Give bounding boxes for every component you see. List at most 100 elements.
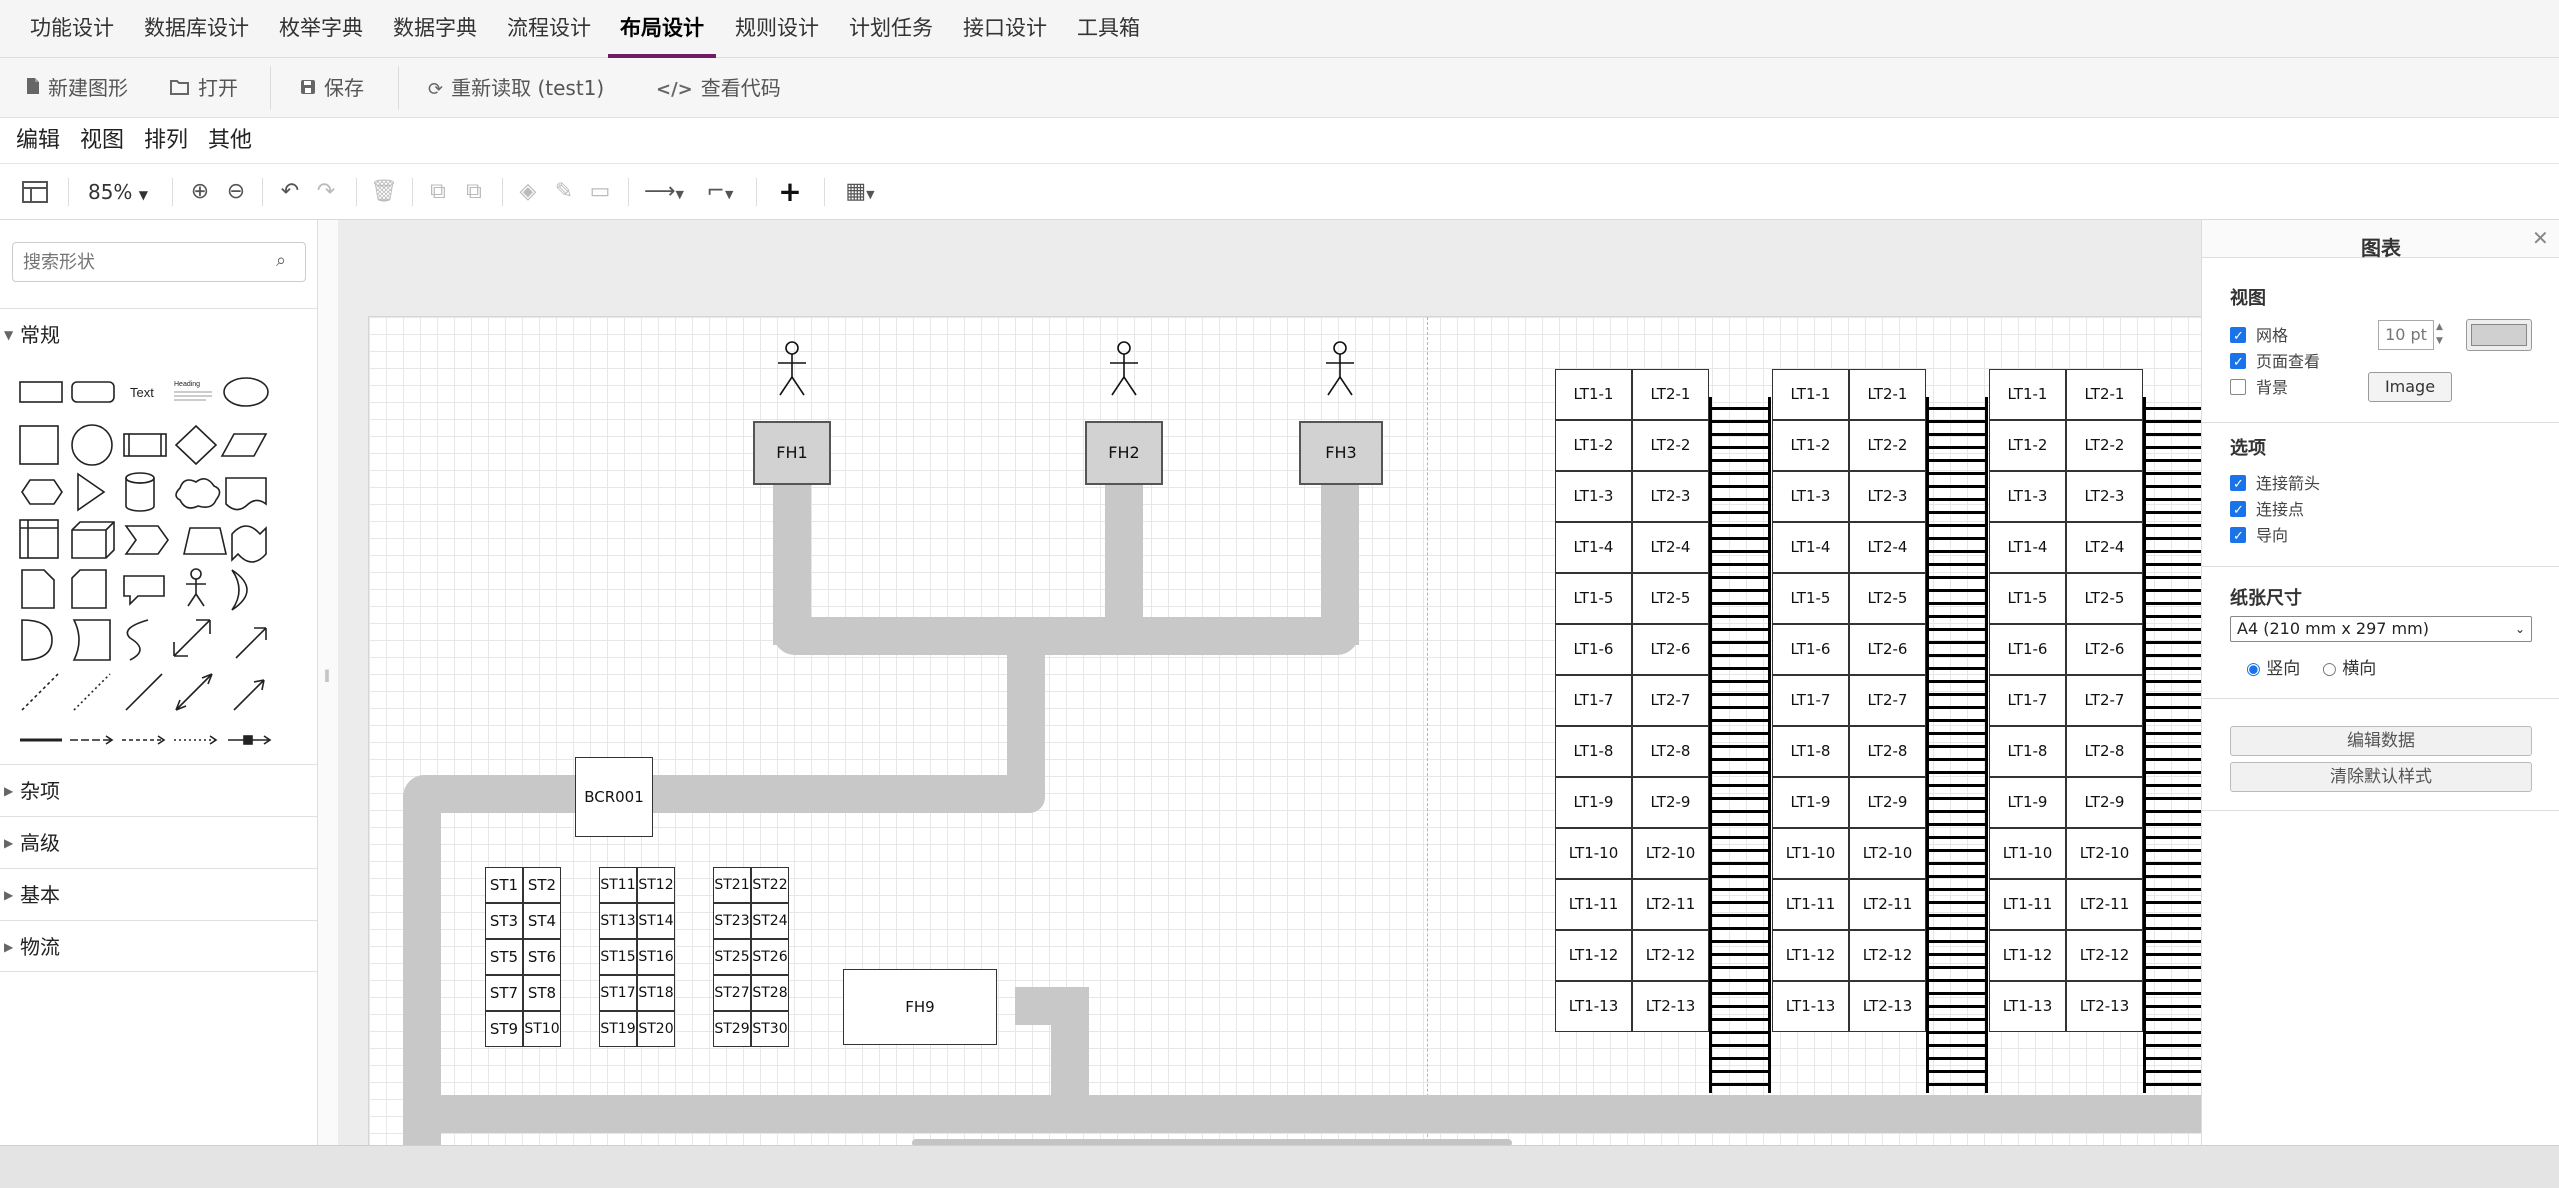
rack-cell-lt2-9[interactable]: LT2-9 — [2066, 777, 2143, 828]
storage-slot-st23[interactable]: ST23 — [713, 903, 751, 939]
rack-rail-ladder[interactable] — [1926, 397, 1988, 1093]
rack-cell-lt2-8[interactable]: LT2-8 — [2066, 726, 2143, 777]
redo-button[interactable]: ↷ — [308, 164, 344, 220]
menu-other[interactable]: 其他 — [208, 118, 252, 164]
grid-size-input[interactable]: 10 pt — [2378, 320, 2434, 350]
storage-slot-st3[interactable]: ST3 — [485, 903, 523, 939]
rack-cell-lt1-6[interactable]: LT1-6 — [1555, 624, 1632, 675]
tab-rule-design[interactable]: 规则设计 — [735, 0, 819, 58]
storage-slot-st27[interactable]: ST27 — [713, 975, 751, 1011]
storage-slot-st16[interactable]: ST16 — [637, 939, 675, 975]
operator-figure[interactable] — [1105, 341, 1143, 397]
storage-slot-st25[interactable]: ST25 — [713, 939, 751, 975]
rack-cell-lt1-11[interactable]: LT1-11 — [1989, 879, 2066, 930]
storage-slot-st28[interactable]: ST28 — [751, 975, 789, 1011]
rack-cell-lt2-13[interactable]: LT2-13 — [2066, 981, 2143, 1032]
rack-cell-lt2-2[interactable]: LT2-2 — [1632, 420, 1709, 471]
operator-figure[interactable] — [773, 341, 811, 397]
rack-cell-lt1-9[interactable]: LT1-9 — [1989, 777, 2066, 828]
diagram-canvas[interactable]: FH1 FH2 FH3 BCR001 FH9 ST1 ST2 ST3 ST4 ST5 ST… — [338, 220, 2201, 1145]
insert-button[interactable]: + — [764, 164, 816, 220]
tab-scheduled-tasks[interactable]: 计划任务 — [849, 0, 933, 58]
rack-cell-lt1-9[interactable]: LT1-9 — [1772, 777, 1849, 828]
rack-cell-lt1-11[interactable]: LT1-11 — [1772, 879, 1849, 930]
storage-slot-st2[interactable]: ST2 — [523, 867, 561, 903]
view-code-button[interactable]: </> 查看代码 — [656, 58, 781, 118]
storage-slot-st17[interactable]: ST17 — [599, 975, 637, 1011]
connection-arrows-checkbox[interactable]: 连接箭头 — [2230, 472, 2320, 497]
storage-slot-st4[interactable]: ST4 — [523, 903, 561, 939]
rack-cell-lt1-5[interactable]: LT1-5 — [1555, 573, 1632, 624]
rack-cell-lt1-5[interactable]: LT1-5 — [1989, 573, 2066, 624]
rack-cell-lt2-8[interactable]: LT2-8 — [1632, 726, 1709, 777]
operator-figure[interactable] — [1321, 341, 1359, 397]
rack-cell-lt2-10[interactable]: LT2-10 — [2066, 828, 2143, 879]
rack-cell-lt2-6[interactable]: LT2-6 — [2066, 624, 2143, 675]
rack-cell-lt1-10[interactable]: LT1-10 — [1772, 828, 1849, 879]
tab-data-dictionary[interactable]: 数据字典 — [393, 0, 477, 58]
station-fh9[interactable]: FH9 — [843, 969, 997, 1045]
rack-cell-lt1-13[interactable]: LT1-13 — [1772, 981, 1849, 1032]
close-icon[interactable]: ✕ — [2532, 226, 2549, 250]
rack-rail-ladder[interactable] — [1709, 397, 1771, 1093]
rack-cell-lt2-11[interactable]: LT2-11 — [1849, 879, 1926, 930]
rack-cell-lt1-7[interactable]: LT1-7 — [1989, 675, 2066, 726]
edit-data-button[interactable]: 编辑数据 — [2230, 726, 2532, 756]
save-button[interactable]: 保存 — [300, 58, 364, 118]
storage-slot-st30[interactable]: ST30 — [751, 1011, 789, 1047]
rack-cell-lt1-1[interactable]: LT1-1 — [1989, 369, 2066, 420]
section-advanced[interactable]: ▶ 高级 — [0, 816, 318, 868]
rack-cell-lt2-7[interactable]: LT2-7 — [1632, 675, 1709, 726]
storage-slot-st6[interactable]: ST6 — [523, 939, 561, 975]
guides-checkbox[interactable]: 导向 — [2230, 524, 2288, 549]
conveyor-segment[interactable] — [403, 1095, 2201, 1133]
barcode-reader-bcr001[interactable]: BCR001 — [575, 757, 653, 837]
rack-cell-lt2-4[interactable]: LT2-4 — [1632, 522, 1709, 573]
tab-layout-design[interactable]: 布局设计 — [608, 0, 716, 58]
section-misc[interactable]: ▶ 杂项 — [0, 764, 318, 816]
table-button[interactable]: ▦▼ — [834, 164, 886, 220]
background-checkbox[interactable]: 背景 — [2230, 376, 2288, 400]
rack-cell-lt1-12[interactable]: LT1-12 — [1989, 930, 2066, 981]
rack-cell-lt1-9[interactable]: LT1-9 — [1555, 777, 1632, 828]
rack-cell-lt2-1[interactable]: LT2-1 — [1849, 369, 1926, 420]
rack-cell-lt1-3[interactable]: LT1-3 — [1989, 471, 2066, 522]
storage-slot-st13[interactable]: ST13 — [599, 903, 637, 939]
sidebar-splitter[interactable]: ‖ — [318, 220, 338, 1145]
rack-cell-lt2-4[interactable]: LT2-4 — [2066, 522, 2143, 573]
rack-cell-lt1-13[interactable]: LT1-13 — [1555, 981, 1632, 1032]
rack-cell-lt2-3[interactable]: LT2-3 — [1849, 471, 1926, 522]
storage-slot-st19[interactable]: ST19 — [599, 1011, 637, 1047]
tab-toolbox[interactable]: 工具箱 — [1077, 0, 1140, 58]
connection-style-button[interactable]: ⟶▼ — [638, 164, 690, 220]
rack-cell-lt1-4[interactable]: LT1-4 — [1989, 522, 2066, 573]
storage-slot-st26[interactable]: ST26 — [751, 939, 789, 975]
rack-cell-lt2-4[interactable]: LT2-4 — [1849, 522, 1926, 573]
menu-view[interactable]: 视图 — [80, 118, 124, 164]
clear-default-style-button[interactable]: 清除默认样式 — [2230, 762, 2532, 792]
storage-slot-st15[interactable]: ST15 — [599, 939, 637, 975]
station-fh2[interactable]: FH2 — [1085, 421, 1163, 485]
rack-cell-lt2-6[interactable]: LT2-6 — [1632, 624, 1709, 675]
section-general[interactable]: ▼ 常规 — [0, 308, 318, 360]
rack-cell-lt1-13[interactable]: LT1-13 — [1989, 981, 2066, 1032]
rack-cell-lt2-5[interactable]: LT2-5 — [1849, 573, 1926, 624]
zoom-select[interactable]: 85% ▼ — [80, 164, 156, 220]
to-back-button[interactable]: ⧉ — [456, 164, 492, 220]
rack-cell-lt1-2[interactable]: LT1-2 — [1989, 420, 2066, 471]
grid-color-button[interactable] — [2466, 319, 2532, 351]
storage-slot-st7[interactable]: ST7 — [485, 975, 523, 1011]
rack-cell-lt2-12[interactable]: LT2-12 — [2066, 930, 2143, 981]
rack-cell-lt2-10[interactable]: LT2-10 — [1632, 828, 1709, 879]
rack-cell-lt1-3[interactable]: LT1-3 — [1772, 471, 1849, 522]
storage-slot-st9[interactable]: ST9 — [485, 1011, 523, 1047]
rack-cell-lt1-10[interactable]: LT1-10 — [1555, 828, 1632, 879]
tab-function-design[interactable]: 功能设计 — [30, 0, 114, 58]
rack-cell-lt2-10[interactable]: LT2-10 — [1849, 828, 1926, 879]
open-button[interactable]: 打开 — [170, 58, 238, 118]
portrait-radio[interactable]: ◉ 竖向 — [2246, 654, 2300, 679]
section-logistics[interactable]: ▶ 物流 — [0, 920, 318, 972]
rack-cell-lt2-7[interactable]: LT2-7 — [1849, 675, 1926, 726]
page-view-checkbox[interactable]: 页面查看 — [2230, 350, 2320, 375]
waypoints-button[interactable]: ⌐▼ — [694, 164, 746, 220]
